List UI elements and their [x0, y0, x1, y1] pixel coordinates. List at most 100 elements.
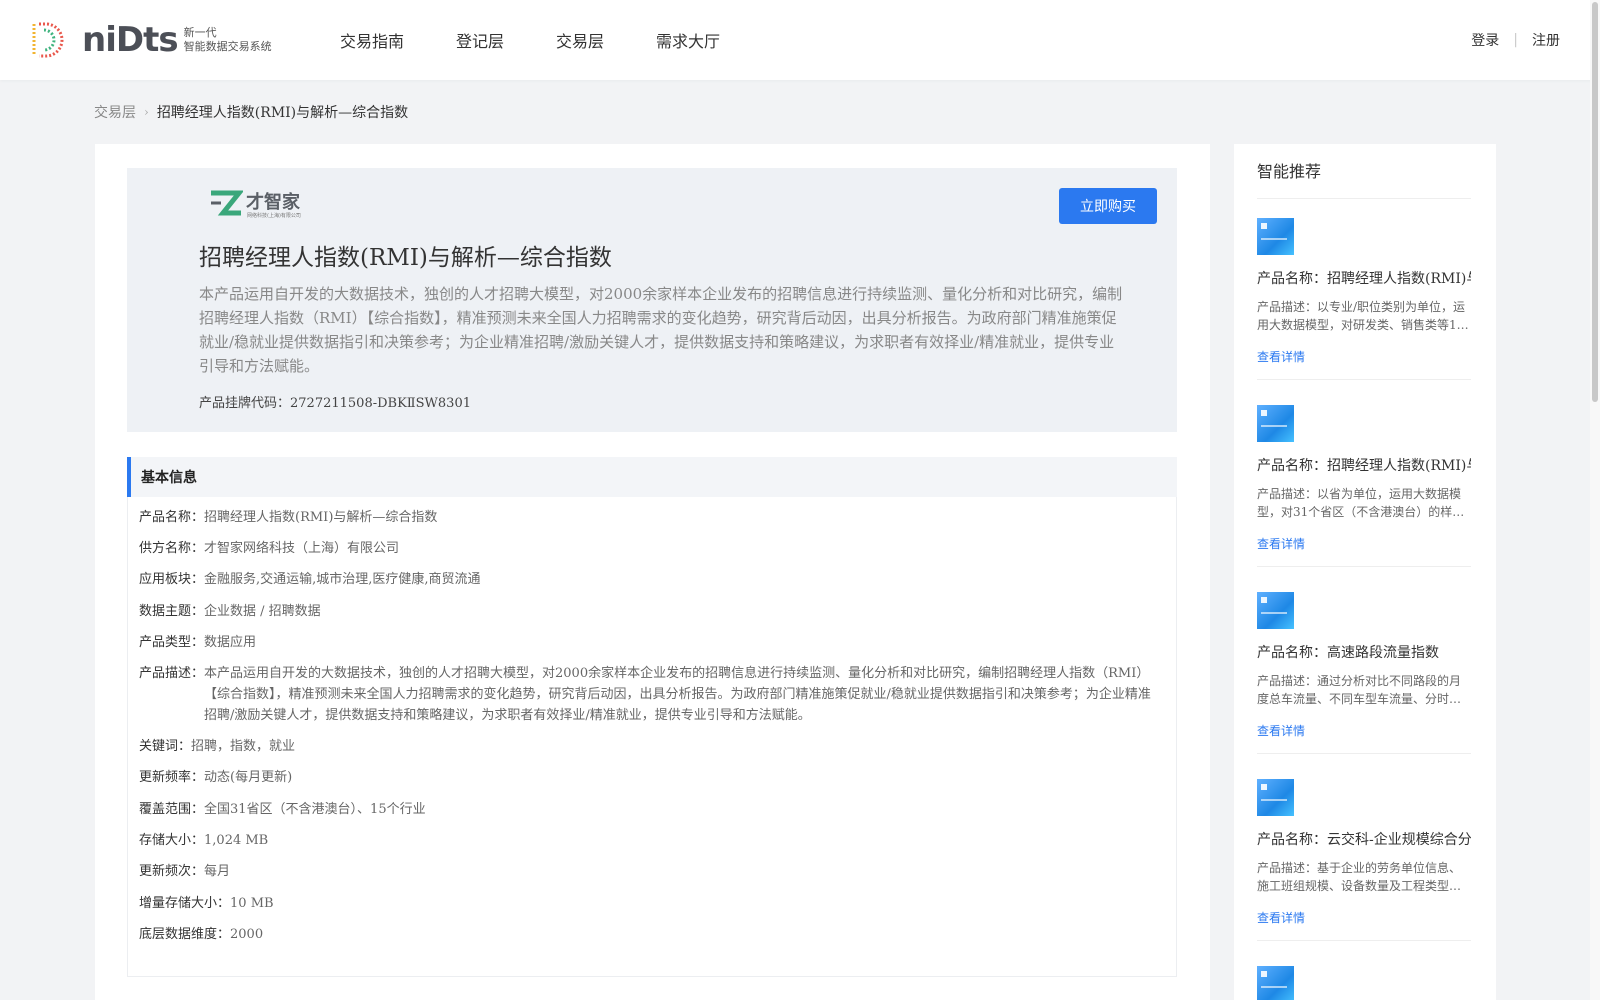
- recommendation-divider: [1257, 940, 1471, 941]
- auth-links: 登录 | 注册: [1471, 0, 1560, 80]
- view-details-link[interactable]: 查看详情: [1257, 535, 1471, 552]
- info-value: 2000: [230, 927, 264, 942]
- info-row-update-cadence: 更新频次： 每月: [139, 861, 230, 882]
- view-details-link[interactable]: 查看详情: [1257, 909, 1471, 926]
- recommendation-name[interactable]: 产品名称：云交科-企业规模综合分析: [1257, 829, 1471, 849]
- nav-trading-layer[interactable]: 交易层: [556, 28, 604, 52]
- recommendation-name[interactable]: 产品名称：招聘经理人指数(RMI)与解析—省区指数: [1257, 455, 1471, 475]
- logo-tagline-line2: 智能数据交易系统: [183, 40, 272, 53]
- product-thumbnail[interactable]: [1257, 966, 1294, 1000]
- recommendation-card[interactable]: 产品名称：招聘经理人指数(RMI)与解析—省区指数 产品描述：以省为单位，运用大…: [1257, 405, 1471, 567]
- nav-trade-guide[interactable]: 交易指南: [340, 28, 404, 52]
- recommendation-divider: [1257, 566, 1471, 567]
- info-key: 产品名称：: [139, 510, 205, 525]
- scrollbar-thumb[interactable]: [1592, 2, 1598, 402]
- product-thumbnail[interactable]: [1257, 405, 1294, 442]
- basic-info-heading: 基本信息: [127, 457, 1177, 497]
- product-thumbnail[interactable]: [1257, 779, 1294, 816]
- auth-separator: |: [1513, 32, 1518, 48]
- nav-demand-hall[interactable]: 需求大厅: [656, 28, 720, 52]
- info-key: 供方名称：: [139, 541, 205, 556]
- info-row-increment-size: 增量存储大小： 10 MB: [139, 893, 274, 914]
- info-key: 底层数据维度：: [139, 927, 231, 942]
- info-row-type: 产品类型： 数据应用: [139, 632, 256, 653]
- top-header: niDts 新一代 智能数据交易系统 交易指南 登记层 交易层 需求大厅 登录 …: [0, 0, 1600, 80]
- info-value: 招聘，指数，就业: [191, 739, 296, 754]
- product-detail-card: 才智家 网络科技(上海)有限公司 立即购买 招聘经理人指数(RMI)与解析—综合…: [95, 144, 1210, 1000]
- chevron-right-icon: ›: [144, 105, 149, 119]
- logo-d-icon: [32, 22, 64, 58]
- product-summary: 本产品运用自开发的大数据技术，独创的人才招聘大模型，对2000余家样本企业发布的…: [199, 285, 1123, 375]
- breadcrumb-current: 招聘经理人指数(RMI)与解析—综合指数: [156, 105, 409, 121]
- recommendation-name[interactable]: 产品名称：招聘经理人指数(RMI)与解析—职位类别指数: [1257, 268, 1471, 288]
- info-row-storage-size: 存储大小： 1,024 MB: [139, 830, 268, 851]
- info-key: 覆盖范围：: [139, 802, 205, 817]
- recommendation-divider: [1257, 753, 1471, 754]
- login-link[interactable]: 登录: [1471, 30, 1499, 50]
- recommendation-name[interactable]: 产品名称：高速路段流量指数: [1257, 642, 1471, 662]
- info-row-update-frequency: 更新频率： 动态(每月更新): [139, 767, 292, 788]
- supplier-logo-subtext: 网络科技(上海)有限公司: [247, 213, 301, 219]
- buy-now-button[interactable]: 立即购买: [1059, 188, 1157, 224]
- info-row-description: 产品描述： 本产品运用自开发的大数据技术，独创的人才招聘大模型，对2000余家样本…: [139, 663, 1154, 726]
- info-value: 本产品运用自开发的大数据技术，独创的人才招聘大模型，对2000余家样本企业发布的…: [204, 666, 1151, 723]
- info-value: 动态(每月更新): [204, 770, 293, 785]
- supplier-logo-icon: [211, 190, 243, 216]
- recommendation-card[interactable]: 产品名称：云交科-企业规模综合分析 产品描述：基于企业的劳务单位信息、施工班组规…: [1257, 779, 1471, 941]
- info-key: 存储大小：: [139, 833, 205, 848]
- site-logo[interactable]: niDts 新一代 智能数据交易系统: [28, 20, 272, 60]
- info-row-sectors: 应用板块： 金融服务,交通运输,城市治理,医疗健康,商贸流通: [139, 569, 481, 590]
- info-key: 关键词：: [139, 739, 192, 754]
- info-row-dimensions: 底层数据维度： 2000: [139, 924, 263, 945]
- logo-tagline-line1: 新一代: [183, 26, 217, 39]
- basic-info-panel: 产品名称： 招聘经理人指数(RMI)与解析—综合指数 供方名称： 才智家网络科技（上…: [127, 497, 1177, 977]
- recommendation-card-partial[interactable]: [1257, 966, 1471, 1000]
- nav-registry-layer[interactable]: 登记层: [456, 28, 504, 52]
- recommendation-sidebar: 智能推荐 产品名称：招聘经理人指数(RMI)与解析—职位类别指数 产品描述：以专…: [1234, 144, 1496, 1000]
- view-details-link[interactable]: 查看详情: [1257, 348, 1471, 365]
- recommendation-description: 产品描述：以专业/职位类别为单位，运用大数据模型，对研发类、销售类等15个专业/…: [1257, 300, 1466, 332]
- listing-code-label: 产品挂牌代码：: [199, 396, 291, 411]
- recommendation-card[interactable]: 产品名称：招聘经理人指数(RMI)与解析—职位类别指数 产品描述：以专业/职位类…: [1257, 218, 1471, 380]
- info-row-product-name: 产品名称： 招聘经理人指数(RMI)与解析—综合指数: [139, 507, 437, 528]
- listing-code: 产品挂牌代码：2727211508-DBKⅡSW8301: [199, 392, 471, 411]
- info-row-coverage: 覆盖范围： 全国31省区（不含港澳台）、15个行业: [139, 799, 426, 820]
- info-key: 更新频次：: [139, 864, 205, 879]
- sidebar-title: 智能推荐: [1257, 162, 1322, 181]
- listing-code-value: 2727211508-DBKⅡSW8301: [290, 396, 471, 411]
- info-value: 10 MB: [230, 896, 274, 911]
- product-hero: 才智家 网络科技(上海)有限公司 立即购买 招聘经理人指数(RMI)与解析—综合…: [127, 168, 1177, 432]
- main-nav: 交易指南 登记层 交易层 需求大厅: [340, 0, 772, 80]
- info-value: 每月: [204, 864, 231, 879]
- info-row-keywords: 关键词： 招聘，指数，就业: [139, 736, 295, 757]
- logo-tagline: 新一代 智能数据交易系统: [184, 26, 272, 54]
- recommendation-description: 产品描述：基于企业的劳务单位信息、施工班组规模、设备数量及工程类型等数据进行综合…: [1257, 861, 1462, 893]
- info-value: 1,024 MB: [204, 833, 269, 848]
- recommendation-description: 产品描述：通过分析对比不同路段的月度总车流量、不同车型车流量、分时段车流量等数据: [1257, 674, 1462, 706]
- info-row-supplier: 供方名称： 才智家网络科技（上海）有限公司: [139, 538, 399, 559]
- info-key: 产品类型：: [139, 635, 205, 650]
- breadcrumb-parent[interactable]: 交易层: [94, 102, 136, 122]
- supplier-logo: 才智家 网络科技(上海)有限公司: [209, 190, 301, 219]
- info-value: 才智家网络科技（上海）有限公司: [204, 541, 400, 556]
- view-details-link[interactable]: 查看详情: [1257, 722, 1471, 739]
- info-key: 产品描述：: [139, 666, 205, 681]
- info-key: 更新频率：: [139, 770, 205, 785]
- sidebar-divider: [1257, 198, 1471, 199]
- info-key: 增量存储大小：: [139, 896, 231, 911]
- product-thumbnail[interactable]: [1257, 592, 1294, 629]
- page-scrollbar[interactable]: [1590, 0, 1600, 1000]
- info-value: 全国31省区（不含港澳台）、15个行业: [204, 802, 426, 817]
- info-value: 数据应用: [204, 635, 257, 650]
- recommendation-divider: [1257, 379, 1471, 380]
- supplier-logo-text: 才智家: [246, 192, 300, 213]
- product-thumbnail[interactable]: [1257, 218, 1294, 255]
- recommendation-card[interactable]: 产品名称：高速路段流量指数 产品描述：通过分析对比不同路段的月度总车流量、不同车…: [1257, 592, 1471, 754]
- register-link[interactable]: 注册: [1532, 30, 1560, 50]
- info-value: 招聘经理人指数(RMI)与解析—综合指数: [204, 510, 438, 525]
- info-key: 应用板块：: [139, 572, 205, 587]
- info-key: 数据主题：: [139, 604, 205, 619]
- info-row-topic: 数据主题： 企业数据 / 招聘数据: [139, 601, 321, 622]
- info-value: 企业数据 / 招聘数据: [204, 604, 321, 619]
- recommendation-description: 产品描述：以省为单位，运用大数据模型，对31个省区（不含港澳台）的样本企业招聘信…: [1257, 487, 1465, 519]
